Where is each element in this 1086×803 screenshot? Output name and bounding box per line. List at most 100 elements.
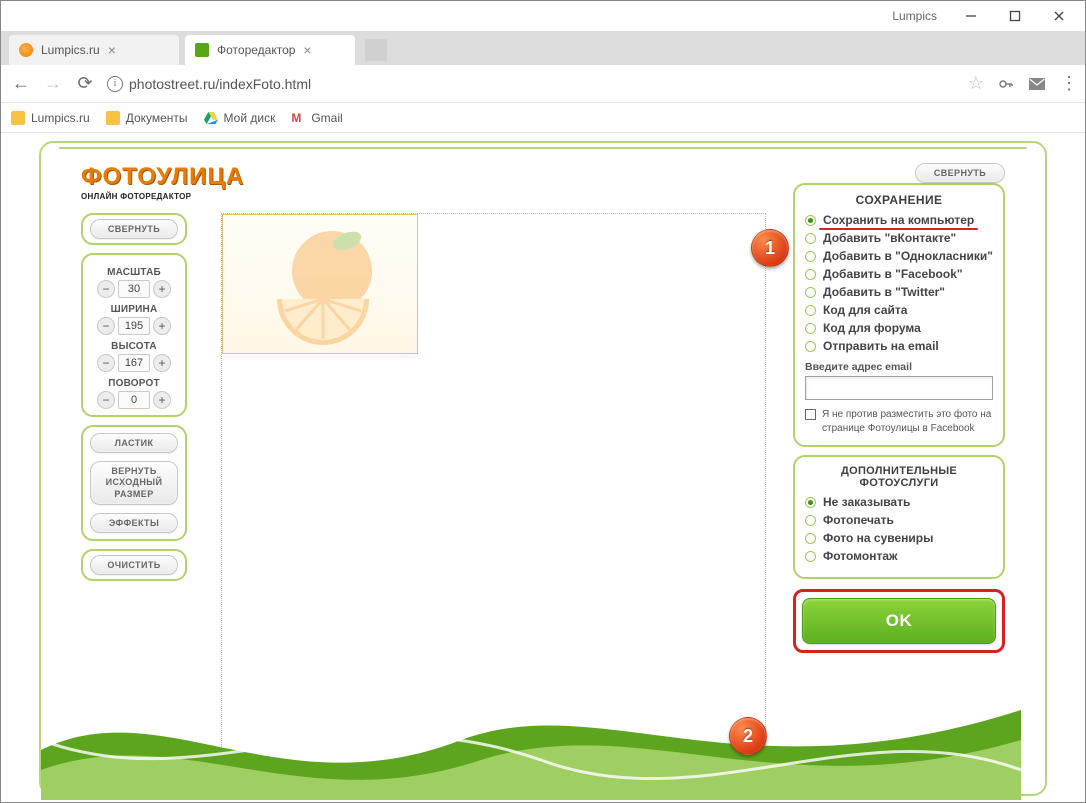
height-minus-button[interactable]: − bbox=[97, 354, 115, 372]
bookmarks-bar: Lumpics.ru Документы Мой диск MGmail bbox=[1, 103, 1085, 133]
width-stepper: − 195 + bbox=[89, 317, 179, 335]
effects-button[interactable]: ЭФФЕКТЫ bbox=[90, 513, 178, 533]
radio-icon bbox=[805, 287, 816, 298]
tab-photoeditor[interactable]: Фоторедактор × bbox=[185, 35, 355, 65]
tab-lumpics[interactable]: Lumpics.ru × bbox=[9, 35, 179, 65]
save-option-vk[interactable]: Добавить "вКонтакте" bbox=[805, 231, 993, 245]
bookmark-drive[interactable]: Мой диск bbox=[204, 111, 276, 125]
canvas-area[interactable] bbox=[221, 213, 766, 767]
save-option-site[interactable]: Код для сайта bbox=[805, 303, 993, 317]
extra-option-none[interactable]: Не заказывать bbox=[805, 495, 993, 509]
scale-value[interactable]: 30 bbox=[118, 280, 150, 298]
bookmark-star-icon[interactable]: ☆ bbox=[968, 73, 984, 94]
mail-icon[interactable] bbox=[1028, 77, 1046, 91]
callout-2: 2 bbox=[729, 717, 767, 755]
tab-close-icon[interactable]: × bbox=[108, 42, 116, 58]
bookmark-lumpics[interactable]: Lumpics.ru bbox=[11, 111, 90, 125]
new-tab-button[interactable] bbox=[365, 39, 387, 61]
rotate-value[interactable]: 0 bbox=[118, 391, 150, 409]
tab-strip: Lumpics.ru × Фоторедактор × bbox=[1, 31, 1085, 65]
drive-icon bbox=[204, 111, 218, 125]
restore-size-button[interactable]: ВЕРНУТЬ ИСХОДНЫЙ РАЗМЕР bbox=[90, 461, 178, 505]
left-collapse-box: СВЕРНУТЬ bbox=[81, 213, 187, 245]
bookmark-gmail[interactable]: MGmail bbox=[291, 111, 342, 125]
tab-label: Фоторедактор bbox=[217, 43, 295, 57]
ok-button[interactable]: OK bbox=[802, 598, 996, 644]
radio-icon bbox=[805, 515, 816, 526]
save-title: СОХРАНЕНИЕ bbox=[805, 193, 993, 207]
radio-icon bbox=[805, 215, 816, 226]
save-option-label: Добавить в "Facebook" bbox=[823, 267, 963, 281]
menu-icon[interactable]: ⋮ bbox=[1060, 73, 1075, 94]
maximize-button[interactable] bbox=[993, 2, 1037, 30]
rotate-plus-button[interactable]: + bbox=[153, 391, 171, 409]
editor-frame: ФОТОУЛИЦА ОНЛАЙН ФОТОРЕДАКТОР СВЕРНУТЬ М… bbox=[39, 141, 1047, 796]
forward-button[interactable]: → bbox=[43, 73, 63, 94]
right-collapse-button[interactable]: СВЕРНУТЬ bbox=[915, 163, 1005, 183]
scale-label: МАСШТАБ bbox=[89, 267, 179, 278]
decorative-border bbox=[59, 147, 1027, 149]
height-value[interactable]: 167 bbox=[118, 354, 150, 372]
rotate-stepper: − 0 + bbox=[89, 391, 179, 409]
left-panel: СВЕРНУТЬ МАСШТАБ − 30 + ШИРИНА − 195 + bbox=[81, 213, 187, 589]
url-field[interactable]: i photostreet.ru/indexFoto.html bbox=[107, 76, 956, 92]
radio-icon bbox=[805, 497, 816, 508]
height-plus-button[interactable]: + bbox=[153, 354, 171, 372]
save-option-ok[interactable]: Добавить в "Однокласники" bbox=[805, 249, 993, 263]
url-text: photostreet.ru/indexFoto.html bbox=[129, 76, 311, 92]
consent-row[interactable]: Я не против разместить это фото на стран… bbox=[805, 408, 993, 435]
width-label: ШИРИНА bbox=[89, 304, 179, 315]
bookmark-label: Мой диск bbox=[224, 111, 276, 125]
bookmark-label: Документы bbox=[126, 111, 188, 125]
restore-line1: ВЕРНУТЬ bbox=[111, 466, 156, 476]
save-option-label: Код для форума bbox=[823, 321, 921, 335]
save-option-label: Отправить на email bbox=[823, 339, 939, 353]
extra-option-print[interactable]: Фотопечать bbox=[805, 513, 993, 527]
scale-plus-button[interactable]: + bbox=[153, 280, 171, 298]
scale-minus-button[interactable]: − bbox=[97, 280, 115, 298]
site-info-icon[interactable]: i bbox=[107, 76, 123, 92]
extra-services-box: ДОПОЛНИТЕЛЬНЫЕ ФОТОУСЛУГИ Не заказывать … bbox=[793, 455, 1005, 579]
bookmark-docs[interactable]: Документы bbox=[106, 111, 188, 125]
key-icon[interactable] bbox=[998, 76, 1014, 92]
radio-icon bbox=[805, 533, 816, 544]
tab-close-icon[interactable]: × bbox=[303, 42, 311, 58]
height-stepper: − 167 + bbox=[89, 354, 179, 372]
radio-icon bbox=[805, 251, 816, 262]
clear-button[interactable]: ОЧИСТИТЬ bbox=[90, 555, 178, 575]
width-value[interactable]: 195 bbox=[118, 317, 150, 335]
orange-image-icon bbox=[237, 223, 387, 349]
save-option-email[interactable]: Отправить на email bbox=[805, 339, 993, 353]
extra-option-souvenir[interactable]: Фото на сувениры bbox=[805, 531, 993, 545]
extra-option-label: Фото на сувениры bbox=[823, 531, 933, 545]
save-option-forum[interactable]: Код для форума bbox=[805, 321, 993, 335]
save-box: СОХРАНЕНИЕ Сохранить на компьютер Добави… bbox=[793, 183, 1005, 447]
favicon-icon bbox=[195, 43, 209, 57]
image-placeholder[interactable] bbox=[222, 214, 418, 354]
minimize-button[interactable] bbox=[949, 2, 993, 30]
logo-subtitle: ОНЛАЙН ФОТОРЕДАКТОР bbox=[81, 192, 244, 201]
save-option-pc[interactable]: Сохранить на компьютер bbox=[805, 213, 993, 227]
window-title: Lumpics bbox=[892, 9, 937, 23]
email-input[interactable] bbox=[805, 376, 993, 400]
width-plus-button[interactable]: + bbox=[153, 317, 171, 335]
save-option-tw[interactable]: Добавить в "Twitter" bbox=[805, 285, 993, 299]
collapse-button[interactable]: СВЕРНУТЬ bbox=[90, 219, 178, 239]
rotate-minus-button[interactable]: − bbox=[97, 391, 115, 409]
page-content: ФОТОУЛИЦА ОНЛАЙН ФОТОРЕДАКТОР СВЕРНУТЬ М… bbox=[1, 133, 1085, 802]
save-option-fb[interactable]: Добавить в "Facebook" bbox=[805, 267, 993, 281]
back-button[interactable]: ← bbox=[11, 73, 31, 94]
callout-1: 1 bbox=[751, 229, 789, 267]
browser-window: Lumpics Lumpics.ru × Фоторедактор × ← → … bbox=[0, 0, 1086, 803]
reload-button[interactable]: ⟳ bbox=[75, 73, 95, 94]
left-controls-box: МАСШТАБ − 30 + ШИРИНА − 195 + ВЫСОТА − bbox=[81, 253, 187, 417]
radio-icon bbox=[805, 341, 816, 352]
save-option-label: Сохранить на компьютер bbox=[823, 213, 974, 227]
right-panel: СВЕРНУТЬ СОХРАНЕНИЕ Сохранить на компьют… bbox=[793, 163, 1005, 653]
close-button[interactable] bbox=[1037, 2, 1081, 30]
height-label: ВЫСОТА bbox=[89, 341, 179, 352]
extra-option-montage[interactable]: Фотомонтаж bbox=[805, 549, 993, 563]
eraser-button[interactable]: ЛАСТИК bbox=[90, 433, 178, 453]
width-minus-button[interactable]: − bbox=[97, 317, 115, 335]
checkbox-icon[interactable] bbox=[805, 409, 816, 420]
